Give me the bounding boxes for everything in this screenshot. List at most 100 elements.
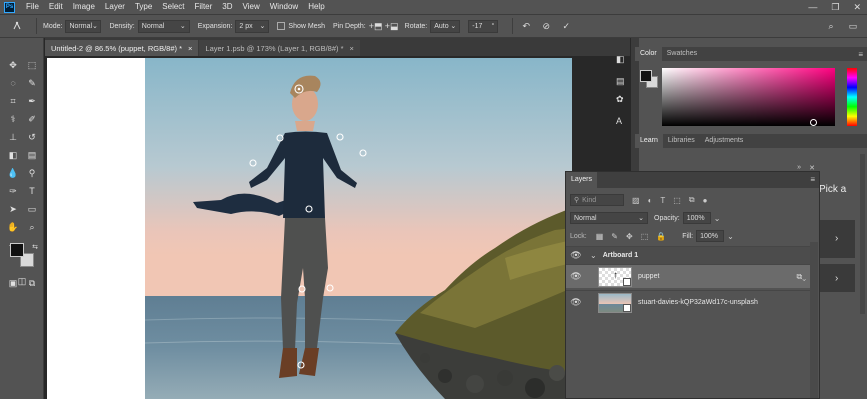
- path-select-icon[interactable]: ➤: [6, 202, 20, 216]
- screen-mode-toggle-icon[interactable]: ⧉: [25, 276, 39, 290]
- move-tool-icon[interactable]: ✥: [6, 58, 20, 72]
- panel-close-icon[interactable]: ✕: [809, 164, 815, 172]
- menu-3d[interactable]: 3D: [217, 0, 237, 14]
- layer-row-photo[interactable]: 👁 stuart-davies-kQP32aWd17c-unsplash: [566, 290, 810, 314]
- zoom-tool-icon[interactable]: ⌕: [25, 220, 39, 234]
- adjust-panel-icon[interactable]: ▤: [616, 76, 628, 88]
- mode-select[interactable]: Normal ⌄: [65, 19, 102, 33]
- gradient-tool-icon[interactable]: ▤: [25, 148, 39, 162]
- color-field[interactable]: [662, 68, 835, 126]
- healing-brush-icon[interactable]: ⚕: [6, 112, 20, 126]
- artboard[interactable]: [47, 58, 572, 399]
- menu-layer[interactable]: Layer: [100, 0, 130, 14]
- lock-all-icon[interactable]: 🔒: [656, 232, 666, 241]
- tab-untitled-2[interactable]: Untitled-2 @ 86.5% (puppet, RGB/8#) * ×: [45, 40, 199, 56]
- type-tool-icon[interactable]: T: [25, 184, 39, 198]
- learn-card-1[interactable]: ›: [819, 220, 855, 258]
- menu-window[interactable]: Window: [265, 0, 303, 14]
- tab-adjustments[interactable]: Adjustments: [700, 134, 749, 148]
- shape-filter-icon[interactable]: ⬚: [673, 196, 681, 205]
- lock-pixels-icon[interactable]: ✎: [611, 232, 618, 241]
- quick-select-tool-icon[interactable]: ✎: [25, 76, 39, 90]
- chevron-down-icon[interactable]: ⌄: [727, 232, 734, 241]
- puppet-photo[interactable]: [145, 58, 572, 399]
- pixel-filter-icon[interactable]: ▨: [632, 196, 640, 205]
- foreground-color-swatch[interactable]: [10, 243, 24, 257]
- layer-row-puppet[interactable]: 👁 ↑ puppet ⧉⌄: [566, 264, 810, 288]
- menu-edit[interactable]: Edit: [44, 0, 68, 14]
- chevron-down-icon[interactable]: ⌄: [590, 251, 597, 260]
- rotate-angle-input[interactable]: -17 °: [468, 19, 499, 33]
- tab-learn[interactable]: Learn: [635, 134, 663, 148]
- color-picker-cursor[interactable]: [810, 119, 817, 126]
- smart-filter-icon[interactable]: ⧉⌄: [797, 272, 807, 282]
- tab-layer-1-psb[interactable]: Layer 1.psb @ 173% (Layer 1, RGB/8#) * ×: [199, 40, 360, 56]
- pin-forward-icon[interactable]: +⬒: [369, 19, 383, 33]
- menu-help[interactable]: Help: [303, 0, 329, 14]
- puppet-warp-tool-icon[interactable]: [10, 19, 24, 33]
- lasso-tool-icon[interactable]: ◌: [6, 76, 20, 90]
- panel-collapse-icon[interactable]: »: [797, 164, 801, 171]
- foreground-color-chip[interactable]: [640, 70, 652, 82]
- blur-tool-icon[interactable]: 💧: [6, 166, 20, 180]
- fill-input[interactable]: 100%: [696, 230, 725, 242]
- brush-panel-icon[interactable]: ✿: [616, 94, 628, 106]
- document-canvas[interactable]: [45, 56, 630, 399]
- menu-filter[interactable]: Filter: [190, 0, 218, 14]
- tab-layers[interactable]: Layers: [566, 172, 598, 188]
- eyedropper-tool-icon[interactable]: ✒: [25, 94, 39, 108]
- search-icon[interactable]: ⌕: [824, 19, 838, 33]
- tab-color[interactable]: Color: [635, 47, 662, 61]
- shape-tool-icon[interactable]: ▭: [25, 202, 39, 216]
- visibility-eye-icon[interactable]: 👁: [566, 250, 586, 261]
- lock-position-icon[interactable]: ✥: [626, 232, 633, 241]
- menu-select[interactable]: Select: [157, 0, 189, 14]
- chevron-down-icon[interactable]: ⌄: [714, 214, 721, 223]
- pin-backward-icon[interactable]: +⬓: [385, 19, 399, 33]
- show-mesh-checkbox[interactable]: [277, 22, 286, 30]
- panel-menu-icon[interactable]: ≡: [810, 175, 815, 184]
- close-icon[interactable]: ×: [350, 44, 354, 53]
- undo-icon[interactable]: ↶: [519, 19, 533, 33]
- history-brush-icon[interactable]: ↺: [25, 130, 39, 144]
- rotate-mode-select[interactable]: Auto ⌄: [430, 19, 461, 33]
- blend-mode-select[interactable]: Normal ⌄: [570, 212, 648, 224]
- tab-libraries[interactable]: Libraries: [663, 134, 700, 148]
- density-select[interactable]: Normal ⌄: [137, 19, 190, 33]
- type-filter-icon[interactable]: T: [660, 196, 665, 205]
- menu-type[interactable]: Type: [130, 0, 157, 14]
- learn-card-2[interactable]: ›: [819, 264, 855, 292]
- menu-file[interactable]: File: [21, 0, 44, 14]
- layers-scrollbar[interactable]: [810, 242, 818, 398]
- hand-tool-icon[interactable]: ✋: [6, 220, 20, 234]
- expansion-input[interactable]: 2 px ⌄: [235, 19, 270, 33]
- swap-colors-icon[interactable]: ⇆: [28, 240, 42, 254]
- clone-stamp-icon[interactable]: ⊥: [6, 130, 20, 144]
- filter-toggle-icon[interactable]: ●: [703, 196, 708, 205]
- kind-filter-select[interactable]: ⚲ Kind: [570, 194, 624, 206]
- menu-view[interactable]: View: [238, 0, 265, 14]
- restore-icon[interactable]: ❐: [831, 0, 839, 14]
- minimize-icon[interactable]: —: [808, 0, 817, 14]
- crop-tool-icon[interactable]: ⌗: [6, 94, 20, 108]
- properties-panel-icon[interactable]: ◧: [616, 54, 628, 66]
- marquee-tool-icon[interactable]: ⬚: [25, 58, 39, 72]
- brush-tool-icon[interactable]: ✐: [25, 112, 39, 126]
- hue-slider[interactable]: [847, 68, 857, 126]
- close-icon[interactable]: ×: [188, 44, 192, 53]
- tab-swatches[interactable]: Swatches: [662, 47, 702, 61]
- commit-icon[interactable]: ✓: [559, 19, 573, 33]
- panel-scrollbar[interactable]: [860, 154, 865, 314]
- lock-artboard-icon[interactable]: ⬚: [641, 232, 649, 241]
- visibility-eye-icon[interactable]: 👁: [566, 271, 586, 282]
- visibility-eye-icon[interactable]: 👁: [566, 297, 586, 308]
- eraser-tool-icon[interactable]: ◧: [6, 148, 20, 162]
- menu-image[interactable]: Image: [68, 0, 100, 14]
- char-panel-icon[interactable]: A: [616, 116, 628, 128]
- close-icon[interactable]: ✕: [853, 0, 861, 14]
- cancel-icon[interactable]: ⊘: [539, 19, 553, 33]
- smart-object-filter-icon[interactable]: ⧉: [689, 195, 695, 205]
- screen-mode-icon[interactable]: ▣: [6, 276, 20, 290]
- panel-menu-icon[interactable]: ≡: [858, 50, 863, 59]
- workspace-icon[interactable]: ▭: [846, 19, 860, 33]
